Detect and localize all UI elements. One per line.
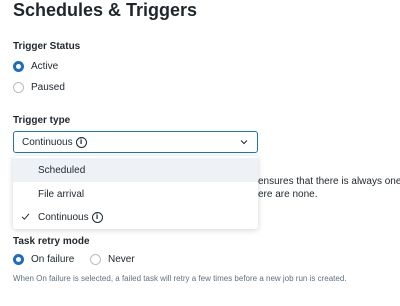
radio-label-paused: Paused xyxy=(31,82,65,93)
page-title: Schedules & Triggers xyxy=(13,0,198,20)
option-label: Continuous xyxy=(38,211,89,223)
option-label: File arrival xyxy=(38,188,85,200)
trigger-type-label: Trigger type xyxy=(13,115,71,126)
trigger-type-selected-value: Continuous xyxy=(22,136,73,148)
trigger-status-paused-radio[interactable]: Paused xyxy=(13,82,65,93)
radio-button-checked[interactable] xyxy=(13,254,24,265)
retry-on-failure-radio[interactable]: On failure xyxy=(13,254,74,265)
chevron-down-icon xyxy=(240,140,248,145)
dropdown-option-file-arrival[interactable]: File arrival xyxy=(13,182,258,206)
dropdown-option-continuous[interactable]: Continuous i xyxy=(13,205,258,229)
trigger-type-dropdown-menu: Scheduled File arrival Continuous i xyxy=(13,156,258,229)
radio-button-unchecked[interactable] xyxy=(90,254,101,265)
trigger-status-label: Trigger Status xyxy=(13,41,81,52)
task-retry-label: Task retry mode xyxy=(13,236,90,247)
retry-never-radio[interactable]: Never xyxy=(90,254,135,265)
radio-button-checked[interactable] xyxy=(13,61,24,72)
dropdown-option-scheduled[interactable]: Scheduled xyxy=(13,158,258,182)
radio-label-on-failure: On failure xyxy=(31,254,75,265)
radio-label-never: Never xyxy=(108,254,135,265)
trigger-description-line-2: ere are none. xyxy=(258,189,318,200)
check-icon xyxy=(21,213,30,220)
option-label: Scheduled xyxy=(38,164,86,176)
info-icon[interactable]: i xyxy=(91,211,103,223)
trigger-status-active-radio[interactable]: Active xyxy=(13,61,58,72)
radio-label-active: Active xyxy=(31,61,59,72)
trigger-type-select[interactable]: Continuous i xyxy=(13,131,258,153)
schedules-triggers-panel: Schedules & Triggers Trigger Status Acti… xyxy=(0,0,400,306)
trigger-description-line-1: ensures that there is always one a xyxy=(258,176,400,187)
info-icon[interactable]: i xyxy=(75,136,87,148)
radio-button-unchecked[interactable] xyxy=(13,82,24,93)
retry-help-text: When On failure is selected, a failed ta… xyxy=(13,274,347,283)
